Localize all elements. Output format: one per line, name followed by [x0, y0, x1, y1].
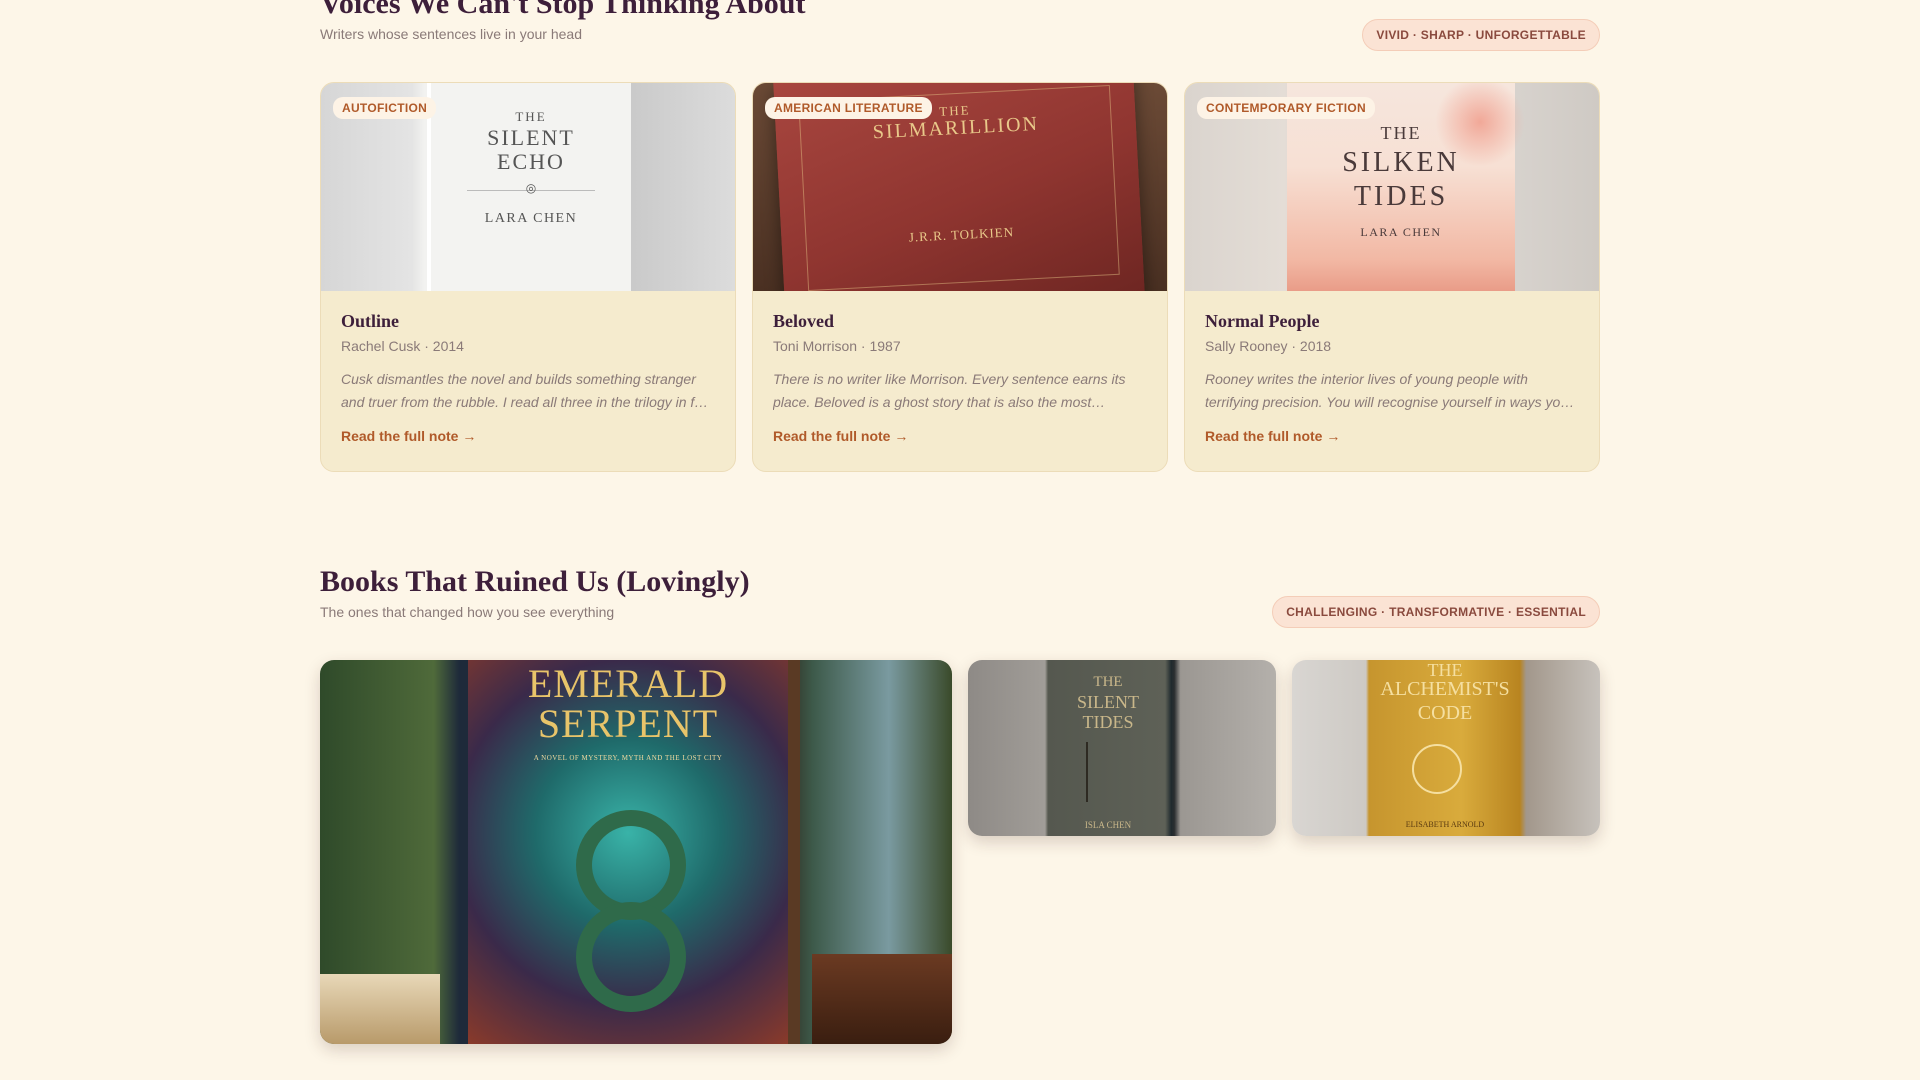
cover-author: LARA CHEN: [484, 211, 578, 226]
cover-author: LARA CHEN: [1360, 225, 1442, 239]
book-card[interactable]: THE SILMARILLION J.R.R. TOLKIEN AMERICAN…: [752, 82, 1168, 472]
genre-tag: AMERICAN LITERATURE: [765, 97, 932, 119]
cover-text: SILENT: [1077, 692, 1139, 712]
card-body: Beloved Toni Morrison · 1987 There is no…: [753, 291, 1167, 466]
book-cover-image: THE SILENT ECHO ◎ LARA CHEN AUTOFICTION: [321, 83, 735, 291]
book-meta: Toni Morrison · 1987: [773, 338, 901, 354]
book-note: Rooney writes the interior lives of youn…: [1205, 371, 1575, 410]
cover-author: ISLA CHEN: [1084, 820, 1132, 830]
book-tile[interactable]: EMERALD SERPENT A NOVEL OF MYSTERY, MYTH…: [320, 660, 952, 1044]
book-cover-image: THE SILMARILLION J.R.R. TOLKIEN AMERICAN…: [753, 83, 1167, 291]
book-tile[interactable]: THE ALCHEMIST'S CODE ELISABETH ARNOLD: [1292, 660, 1600, 836]
book-stack: [812, 954, 952, 1044]
cover-tagline: A NOVEL OF MYSTERY, MYTH AND THE LOST CI…: [533, 754, 723, 762]
book-meta: Rachel Cusk · 2014: [341, 338, 464, 354]
cover-text: CODE: [1417, 702, 1473, 724]
read-full-note-link[interactable]: Read the full note →: [773, 428, 908, 444]
serpent-decoration: [576, 902, 686, 1012]
card-body: Normal People Sally Rooney · 2018 Rooney…: [1185, 291, 1599, 466]
cover-text: THE: [515, 109, 547, 124]
book-title: Beloved: [773, 311, 834, 331]
book-card[interactable]: THE SILENT ECHO ◎ LARA CHEN AUTOFICTION …: [320, 82, 736, 472]
book-note: There is no writer like Morrison. Every …: [773, 371, 1126, 410]
mood-pill: VIVID · SHARP · UNFORGETTABLE: [1362, 19, 1600, 51]
cover-text: ECHO: [497, 149, 565, 174]
book-spine: [788, 660, 800, 1044]
mood-pill: CHALLENGING · TRANSFORMATIVE · ESSENTIAL: [1272, 596, 1600, 628]
genre-tag: CONTEMPORARY FICTION: [1197, 97, 1376, 119]
book-note: Cusk dismantles the novel and builds som…: [341, 371, 709, 410]
book-meta: Sally Rooney · 2018: [1205, 338, 1332, 354]
book-tile[interactable]: THE SILENT TIDES ISLA CHEN: [968, 660, 1276, 836]
ornament-icon: ◎: [525, 181, 537, 195]
cover-author: ELISABETH ARNOLD: [1405, 820, 1485, 829]
cover-text: THE: [1093, 674, 1123, 690]
featured-cover: EMERALD SERPENT A NOVEL OF MYSTERY, MYTH…: [468, 660, 788, 1044]
section-title: Books That Ruined Us (Lovingly): [320, 565, 750, 598]
book-card-list: THE SILENT ECHO ◎ LARA CHEN AUTOFICTION …: [320, 82, 1600, 472]
card-body: Outline Rachel Cusk · 2014 Cusk dismantl…: [321, 291, 735, 466]
section-voices: Voices We Can't Stop Thinking About Writ…: [320, 0, 1600, 472]
book-title: Normal People: [1205, 311, 1320, 331]
cover-text: SILKEN: [1342, 147, 1460, 178]
read-full-note-link[interactable]: Read the full note →: [341, 428, 476, 444]
cover-book: THE SILENT ECHO ◎ LARA CHEN: [427, 83, 631, 291]
cover-text: TIDES: [1082, 712, 1134, 732]
tree-decoration: [1086, 742, 1118, 802]
read-full-note-link[interactable]: Read the full note →: [1205, 428, 1340, 444]
book-card[interactable]: THE SILKEN TIDES LARA CHEN CONTEMPORARY …: [1184, 82, 1600, 472]
open-book: [320, 974, 440, 1044]
cover-text: SILENT: [487, 125, 575, 150]
book-gallery: EMERALD SERPENT A NOVEL OF MYSTERY, MYTH…: [320, 660, 1600, 1050]
cover-text: ALCHEMIST'S: [1380, 678, 1510, 700]
compass-icon: [1412, 744, 1462, 794]
cover-text: THE: [1380, 123, 1422, 143]
section-ruined-us: Books That Ruined Us (Lovingly) The ones…: [320, 564, 1600, 1044]
cover-text: TIDES: [1353, 181, 1449, 212]
cover-text: SERPENT: [537, 701, 719, 746]
book-title: Outline: [341, 311, 400, 331]
genre-tag: AUTOFICTION: [333, 97, 437, 119]
book-cover-image: THE SILKEN TIDES LARA CHEN CONTEMPORARY …: [1185, 83, 1599, 291]
